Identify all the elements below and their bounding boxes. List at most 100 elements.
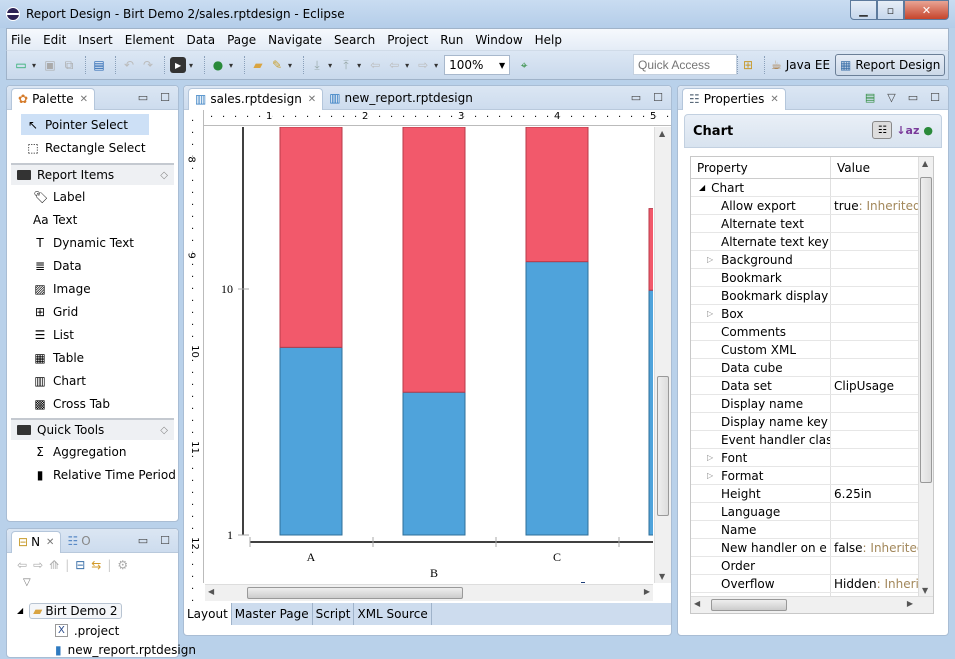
menu-edit[interactable]: Edit xyxy=(43,33,66,47)
palette-item-cross-tab[interactable]: ▩ Cross Tab xyxy=(7,392,178,415)
menu-data[interactable]: Data xyxy=(186,33,215,47)
vertical-scrollbar[interactable]: ▲ ▼ xyxy=(654,127,671,583)
property-row[interactable]: Display name xyxy=(691,395,933,413)
property-row[interactable]: Bookmark display xyxy=(691,287,933,305)
tool-rectangle-select[interactable]: ⬚ Rectangle Select xyxy=(21,137,149,158)
up-icon[interactable]: ⟰ xyxy=(49,558,59,572)
property-row[interactable]: Alternate text xyxy=(691,215,933,233)
run-server-icon[interactable]: ● xyxy=(210,57,226,73)
zoom-combo[interactable]: 100% ▼ xyxy=(444,55,511,75)
scroll-up-icon[interactable]: ▲ xyxy=(659,129,665,138)
run-server-dropdown[interactable]: ▾ xyxy=(229,61,233,70)
layout-canvas[interactable]: 101ABCD xyxy=(205,127,653,583)
new-icon[interactable]: ▭ xyxy=(13,57,29,73)
maximize-view-icon[interactable]: ☐ xyxy=(160,91,170,104)
maximize-button[interactable]: ▫ xyxy=(877,0,904,20)
horizontal-scrollbar[interactable]: ◀ ▶ xyxy=(691,596,933,613)
quick-access-input[interactable] xyxy=(633,54,737,75)
scroll-right-icon[interactable]: ▶ xyxy=(907,599,913,608)
minimize-view-icon[interactable]: ▭ xyxy=(138,91,148,104)
horizontal-scrollbar[interactable]: ◀ ▶ xyxy=(205,584,653,601)
palette-item-dynamic-text[interactable]: T Dynamic Text xyxy=(7,231,178,254)
collapse-all-icon[interactable]: ⊟ xyxy=(75,558,85,572)
close-button[interactable]: ✕ xyxy=(904,0,949,20)
view-menu-icon[interactable]: ▽ xyxy=(887,91,895,104)
tab-palette[interactable]: ✿ Palette ✕ xyxy=(11,87,96,110)
menu-element[interactable]: Element xyxy=(125,33,175,47)
scroll-thumb[interactable] xyxy=(247,587,463,599)
property-value[interactable]: false xyxy=(834,541,863,555)
property-row[interactable]: Order xyxy=(691,557,933,575)
prev-annotation-dropdown[interactable]: ▾ xyxy=(357,61,361,70)
property-row[interactable]: Alternate text key xyxy=(691,233,933,251)
maximize-view-icon[interactable]: ☐ xyxy=(653,91,663,104)
menu-project[interactable]: Project xyxy=(387,33,428,47)
new-dropdown[interactable]: ▾ xyxy=(32,61,36,70)
property-row[interactable]: ▷ Background xyxy=(691,251,933,269)
collapse-icon[interactable]: ◢ xyxy=(699,183,705,192)
tab-outline[interactable]: ☷ O xyxy=(61,530,96,552)
property-row[interactable]: Display name key xyxy=(691,413,933,431)
tab-layout[interactable]: Layout xyxy=(184,603,232,625)
tab-properties[interactable]: ☷ Properties ✕ xyxy=(682,87,786,110)
back-icon[interactable]: ⇦ xyxy=(17,558,27,572)
property-value[interactable]: true xyxy=(834,199,859,213)
property-value[interactable]: Hidden xyxy=(834,577,877,591)
maximize-view-icon[interactable]: ☐ xyxy=(160,534,170,547)
scroll-up-icon[interactable]: ▲ xyxy=(922,159,928,168)
property-row[interactable]: Language xyxy=(691,503,933,521)
drawer-report-items[interactable]: Report Items ◇ xyxy=(11,163,174,185)
perspective-report-design[interactable]: ▦ Report Design xyxy=(835,54,946,76)
next-annotation-icon[interactable]: ⤓ xyxy=(309,57,325,73)
property-row[interactable]: Name xyxy=(691,521,933,539)
perspective-java-ee[interactable]: ☕ Java EE xyxy=(767,54,834,76)
pin-icon[interactable]: ◇ xyxy=(160,170,168,181)
palette-item-list[interactable]: ☰ List xyxy=(7,323,178,346)
open-folder-icon[interactable]: ▰ xyxy=(250,57,266,73)
column-header-value[interactable]: Value xyxy=(831,157,870,178)
palette-item-label[interactable]: 🏷 Label xyxy=(7,185,178,208)
property-row[interactable]: Bookmark xyxy=(691,269,933,287)
column-header-property[interactable]: Property xyxy=(691,157,831,178)
expand-icon[interactable]: ◢ xyxy=(17,606,23,615)
minimize-view-icon[interactable]: ▭ xyxy=(631,91,641,104)
scroll-left-icon[interactable]: ◀ xyxy=(208,587,214,596)
menu-search[interactable]: Search xyxy=(334,33,375,47)
property-row[interactable]: Comments xyxy=(691,323,933,341)
property-row[interactable]: Overflow Hidden : Inherited xyxy=(691,575,933,593)
next-annotation-dropdown[interactable]: ▾ xyxy=(328,61,332,70)
link-editor-icon[interactable]: ⇆ xyxy=(91,558,101,572)
tree-item-project[interactable]: ◢ ▰ Birt Demo 2 xyxy=(17,601,122,620)
palette-item-aggregation[interactable]: Σ Aggregation xyxy=(7,440,178,463)
run-dropdown[interactable]: ▾ xyxy=(189,61,193,70)
tree-item-file[interactable]: ▮ new_report.rptdesign xyxy=(55,640,196,659)
expand-icon[interactable]: ▷ xyxy=(707,471,713,480)
tool-pointer-select[interactable]: ↖ Pointer Select xyxy=(21,114,149,135)
minimize-view-icon[interactable]: ▭ xyxy=(138,534,148,547)
tree-item-file[interactable]: X .project xyxy=(55,621,119,640)
view-menu-icon[interactable]: ▽ xyxy=(7,577,178,593)
tab-xml-source[interactable]: XML Source xyxy=(354,603,432,625)
property-row[interactable]: ▷ Font xyxy=(691,449,933,467)
close-icon[interactable]: ✕ xyxy=(770,94,778,105)
expand-icon[interactable]: ▷ xyxy=(707,309,713,318)
pin-view-icon[interactable]: ▤ xyxy=(865,91,875,104)
run-report-icon[interactable]: ▶ xyxy=(170,57,187,73)
scroll-thumb[interactable] xyxy=(920,177,932,483)
drawer-quick-tools[interactable]: Quick Tools ◇ xyxy=(11,418,174,440)
palette-item-grid[interactable]: ⊞ Grid xyxy=(7,300,178,323)
property-row[interactable]: Data set ClipUsage xyxy=(691,377,933,395)
palette-item-data[interactable]: ≣ Data xyxy=(7,254,178,277)
property-row[interactable]: Custom XML xyxy=(691,341,933,359)
menu-page[interactable]: Page xyxy=(227,33,256,47)
property-row[interactable]: Height 6.25in xyxy=(691,485,933,503)
close-icon[interactable]: ✕ xyxy=(46,537,54,548)
sort-alpha-button[interactable]: ↓az xyxy=(896,124,919,137)
scroll-thumb[interactable] xyxy=(711,599,787,611)
tab-sales-rptdesign[interactable]: ▥ sales.rptdesign ✕ xyxy=(188,87,324,110)
scroll-thumb[interactable] xyxy=(657,376,669,516)
back-icon[interactable]: ⇦ xyxy=(386,57,402,73)
palette-item-text[interactable]: Aa Text xyxy=(7,208,178,231)
scroll-left-icon[interactable]: ◀ xyxy=(694,599,700,608)
property-row[interactable]: Event handler clas xyxy=(691,431,933,449)
